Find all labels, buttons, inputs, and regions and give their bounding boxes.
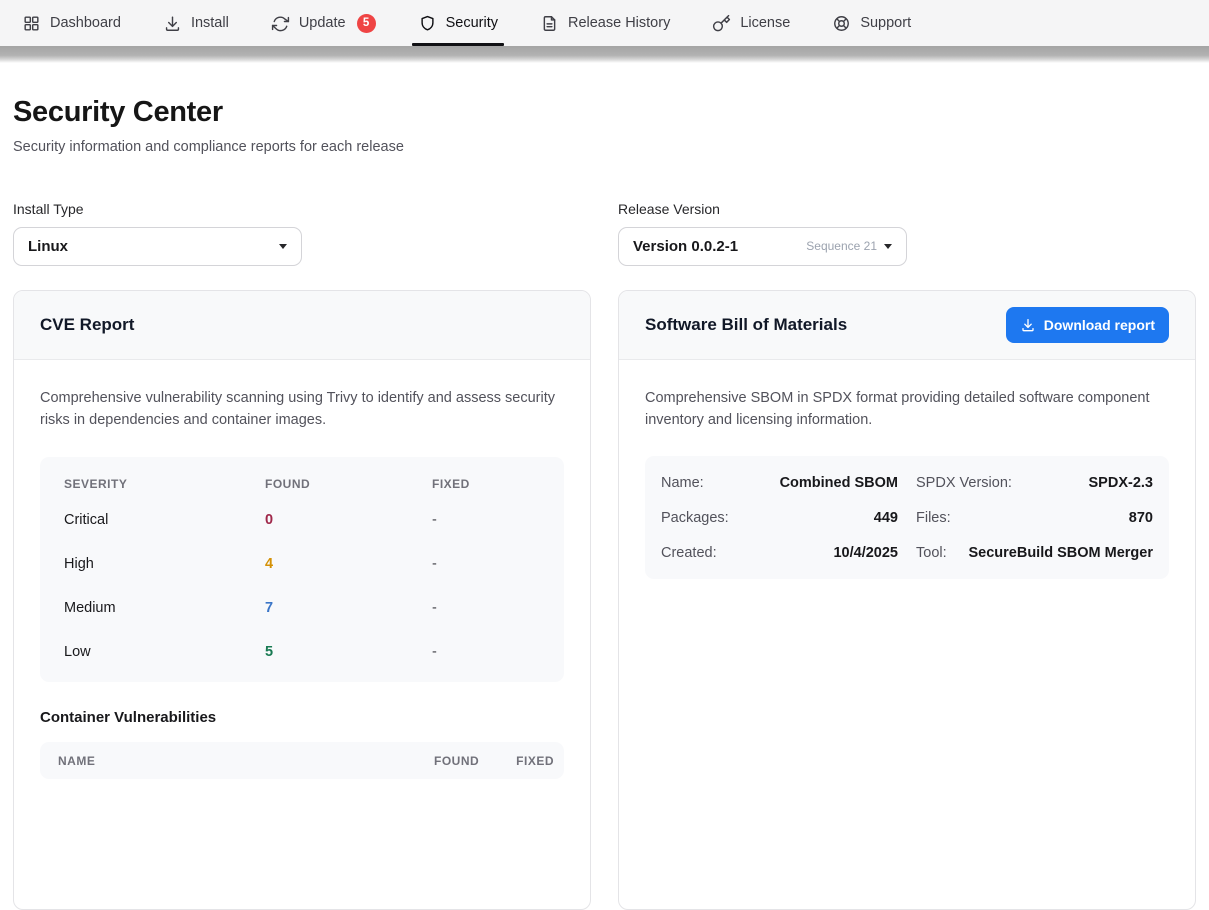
nav-label: Support — [860, 15, 911, 31]
detail-value: 449 — [874, 510, 898, 526]
detail-label: Packages: — [661, 510, 729, 526]
sequence-label: Sequence 21 — [806, 239, 877, 253]
page-subtitle: Security information and compliance repo… — [13, 139, 1196, 155]
fixed-count: - — [432, 644, 540, 660]
container-vulnerabilities-table-header: NAME FOUND FIXED — [40, 742, 564, 779]
install-type-select[interactable]: Linux — [13, 227, 302, 266]
sbom-detail-name: Name: Combined SBOM — [661, 465, 898, 500]
sbom-detail-files: Files: 870 — [916, 500, 1153, 535]
detail-label: Name: — [661, 475, 704, 491]
table-row-medium: Medium 7 - — [64, 586, 540, 630]
detail-value: SecureBuild SBOM Merger — [968, 545, 1153, 561]
install-type-label: Install Type — [13, 201, 591, 217]
severity-table-header: SEVERITY FOUND FIXED — [64, 461, 540, 498]
release-history-document-icon — [540, 14, 559, 33]
top-nav: Dashboard Install Update 5 Security Rele… — [0, 0, 1209, 46]
nav-item-install[interactable]: Install — [142, 0, 250, 46]
nav-label: Security — [446, 15, 498, 31]
found-count: 5 — [265, 644, 432, 660]
release-version-label: Release Version — [618, 201, 1196, 217]
cve-description: Comprehensive vulnerability scanning usi… — [40, 388, 564, 432]
found-column-header: FOUND — [434, 754, 479, 768]
security-shield-icon — [418, 14, 437, 33]
severity-label: Critical — [64, 512, 265, 528]
nav-item-dashboard[interactable]: Dashboard — [1, 0, 142, 46]
sbom-detail-packages: Packages: 449 — [661, 500, 898, 535]
nav-item-update[interactable]: Update 5 — [250, 0, 397, 46]
sequence-group: Sequence 21 — [806, 239, 892, 253]
cards-row: CVE Report Comprehensive vulnerability s… — [13, 290, 1196, 910]
page-title: Security Center — [13, 97, 1196, 129]
detail-value: SPDX-2.3 — [1089, 475, 1153, 491]
severity-label: Low — [64, 644, 265, 660]
fixed-column-header: FIXED — [432, 477, 540, 491]
fixed-count: - — [432, 600, 540, 616]
install-download-icon — [163, 14, 182, 33]
nav-label: Update — [299, 15, 346, 31]
severity-table: SEVERITY FOUND FIXED Critical 0 - High 4… — [40, 457, 564, 682]
container-vulnerabilities-title: Container Vulnerabilities — [40, 709, 564, 726]
fixed-count: - — [432, 556, 540, 572]
install-type-filter: Install Type Linux — [13, 201, 591, 266]
release-version-select[interactable]: Version 0.0.2-1 Sequence 21 — [618, 227, 907, 266]
found-count: 0 — [265, 512, 432, 528]
main-content: Security Center Security information and… — [0, 97, 1209, 910]
nav-item-support[interactable]: Support — [811, 0, 932, 46]
severity-label: Medium — [64, 600, 265, 616]
cve-report-card: CVE Report Comprehensive vulnerability s… — [13, 290, 591, 910]
sbom-detail-tool: Tool: SecureBuild SBOM Merger — [916, 535, 1153, 570]
nav-item-release-history[interactable]: Release History — [519, 0, 691, 46]
sbom-card-body: Comprehensive SBOM in SPDX format provid… — [619, 360, 1195, 608]
severity-column-header: SEVERITY — [64, 477, 265, 491]
license-key-icon — [712, 14, 731, 33]
table-row-low: Low 5 - — [64, 630, 540, 674]
detail-label: Files: — [916, 510, 951, 526]
severity-label: High — [64, 556, 265, 572]
nav-label: Release History — [568, 15, 670, 31]
support-lifebuoy-icon — [832, 14, 851, 33]
update-count-badge: 5 — [357, 14, 376, 33]
cve-card-body: Comprehensive vulnerability scanning usi… — [14, 360, 590, 808]
table-row-high: High 4 - — [64, 542, 540, 586]
detail-label: Tool: — [916, 545, 947, 561]
found-count: 7 — [265, 600, 432, 616]
found-count: 4 — [265, 556, 432, 572]
update-refresh-icon — [271, 14, 290, 33]
sbom-details-grid: Name: Combined SBOM SPDX Version: SPDX-2… — [645, 456, 1169, 579]
fixed-column-header: FIXED — [516, 754, 554, 768]
nav-label: License — [740, 15, 790, 31]
nav-item-license[interactable]: License — [691, 0, 811, 46]
sbom-card-title: Software Bill of Materials — [645, 315, 847, 335]
chevron-down-icon — [279, 244, 287, 249]
download-report-button[interactable]: Download report — [1006, 307, 1169, 343]
fixed-count: - — [432, 512, 540, 528]
sbom-card: Software Bill of Materials Download repo… — [618, 290, 1196, 910]
detail-label: SPDX Version: — [916, 475, 1012, 491]
detail-value: 10/4/2025 — [833, 545, 898, 561]
detail-value: 870 — [1129, 510, 1153, 526]
name-column-header: NAME — [58, 754, 397, 768]
download-icon — [1020, 317, 1036, 333]
chevron-down-icon — [884, 244, 892, 249]
divider-band — [0, 46, 1209, 63]
nav-item-security[interactable]: Security — [397, 0, 519, 46]
found-column-header: FOUND — [265, 477, 432, 491]
detail-label: Created: — [661, 545, 717, 561]
sbom-detail-created: Created: 10/4/2025 — [661, 535, 898, 570]
cve-card-header: CVE Report — [14, 291, 590, 360]
nav-label: Install — [191, 15, 229, 31]
dashboard-grid-icon — [22, 14, 41, 33]
detail-value: Combined SBOM — [780, 475, 898, 491]
sbom-description: Comprehensive SBOM in SPDX format provid… — [645, 388, 1169, 432]
sbom-detail-spdx-version: SPDX Version: SPDX-2.3 — [916, 465, 1153, 500]
nav-label: Dashboard — [50, 15, 121, 31]
install-type-value: Linux — [28, 238, 68, 255]
download-report-label: Download report — [1044, 317, 1155, 333]
release-version-value: Version 0.0.2-1 — [633, 238, 738, 255]
release-version-filter: Release Version Version 0.0.2-1 Sequence… — [618, 201, 1196, 266]
cve-card-title: CVE Report — [40, 315, 134, 335]
table-row-critical: Critical 0 - — [64, 498, 540, 542]
sbom-card-header: Software Bill of Materials Download repo… — [619, 291, 1195, 360]
filters-row: Install Type Linux Release Version Versi… — [13, 201, 1196, 266]
